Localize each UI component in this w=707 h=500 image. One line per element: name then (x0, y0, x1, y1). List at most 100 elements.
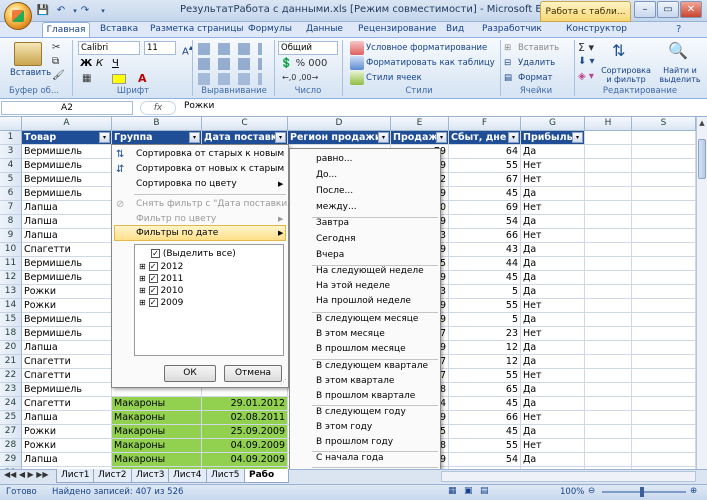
cell-delivery-date[interactable]: 04.09.2009 (202, 439, 288, 453)
horizontal-scrollbar[interactable] (441, 471, 696, 482)
cell-delivery-date[interactable]: 04.09.2009 (202, 453, 288, 467)
row-header[interactable]: 12 (0, 271, 22, 285)
empty-cell[interactable] (585, 411, 632, 425)
cell-days[interactable]: 54 (449, 215, 521, 229)
sheet-tab[interactable]: Лист1 (56, 469, 95, 483)
empty-cell[interactable] (585, 257, 632, 271)
cell-days[interactable]: 55 (449, 159, 521, 173)
cell-product[interactable]: Спагетти (22, 397, 112, 411)
cell-delivery-date[interactable]: 25.09.2009 (202, 425, 288, 439)
filter-dropdown-icon[interactable]: ▾ (378, 132, 389, 143)
cell-profit[interactable]: Да (521, 257, 585, 271)
row-header[interactable]: 15 (0, 313, 22, 327)
format-cells-button[interactable]: Формат (518, 73, 553, 83)
row-header[interactable]: 22 (0, 369, 22, 383)
insert-cells-button[interactable]: Вставить (518, 43, 559, 53)
font-size-combo[interactable]: 11 (144, 41, 176, 55)
empty-cell[interactable] (632, 411, 696, 425)
empty-cell[interactable] (632, 285, 696, 299)
cell-days[interactable]: 5 (449, 285, 521, 299)
cell-days[interactable]: 65 (449, 383, 521, 397)
cell-days[interactable]: 5 (449, 313, 521, 327)
scroll-up-icon[interactable]: ▲ (698, 119, 706, 129)
date-filter-option[interactable]: В этом году (316, 420, 372, 435)
cell-profit[interactable]: Нет (521, 159, 585, 173)
cell-product[interactable]: Вермишель (22, 271, 112, 285)
cell-group[interactable]: Макароны (112, 411, 202, 425)
copy-icon[interactable]: ⧉ (52, 56, 59, 67)
name-box[interactable]: A2 (1, 101, 133, 115)
empty-cell[interactable] (632, 243, 696, 257)
empty-cell[interactable] (632, 257, 696, 271)
cell-product[interactable]: Вермишель (22, 145, 112, 159)
empty-cell[interactable] (632, 215, 696, 229)
cell-profit[interactable]: Да (521, 341, 585, 355)
empty-cell[interactable] (585, 397, 632, 411)
cell-profit[interactable]: Да (521, 285, 585, 299)
cell-days[interactable]: 55 (449, 299, 521, 313)
empty-cell[interactable] (585, 285, 632, 299)
cell-days[interactable]: 66 (449, 411, 521, 425)
decimal-icons[interactable]: ←,0 ,00→ (282, 73, 318, 82)
filter-dropdown-icon[interactable]: ▾ (508, 132, 519, 143)
insert-function-button[interactable]: fx (140, 101, 176, 115)
empty-cell[interactable] (585, 299, 632, 313)
cell-product[interactable]: Спагетти (22, 355, 112, 369)
date-filter-option[interactable]: В прошлом месяце (316, 342, 406, 357)
date-filter-option[interactable]: На следующей неделе (316, 264, 424, 279)
italic-icon[interactable]: К (96, 58, 103, 69)
header-cell[interactable]: Регион продажи ▾ (288, 131, 391, 145)
tab-view[interactable]: Вид (446, 22, 464, 38)
empty-cell[interactable] (632, 439, 696, 453)
view-normal-icon[interactable]: ▦ (448, 486, 457, 496)
cell-profit[interactable]: Да (521, 187, 585, 201)
cell-delivery-date[interactable]: 29.01.2012 (202, 397, 288, 411)
binoculars-icon[interactable]: 🔍 (668, 41, 688, 63)
tab-design[interactable]: Конструктор (566, 22, 627, 38)
remove-filter[interactable]: Снять фильтр с "Дата поставки" (136, 197, 291, 212)
cell-profit[interactable]: Нет (521, 327, 585, 341)
row-header[interactable]: 6 (0, 187, 22, 201)
empty-cell[interactable] (632, 131, 696, 145)
expand-icon[interactable]: ⊞ (139, 274, 146, 283)
cell-days[interactable]: 69 (449, 201, 521, 215)
checkbox-year[interactable]: ✓ (148, 274, 158, 283)
date-filter-option[interactable]: До... (316, 168, 337, 183)
paste-icon[interactable] (14, 42, 42, 66)
checkbox-year[interactable]: ✓ (148, 262, 158, 271)
date-filter-option[interactable]: На прошлой неделе (316, 294, 411, 309)
row-header[interactable]: 1 (0, 131, 22, 145)
empty-cell[interactable] (585, 327, 632, 341)
tab-data[interactable]: Данные (306, 22, 343, 38)
tab-developer[interactable]: Разработчик (482, 22, 542, 38)
format-painter-icon[interactable]: 🖌 (52, 70, 65, 81)
view-page-break-icon[interactable]: ▤ (480, 486, 489, 496)
date-filter-option[interactable]: В этом квартале (316, 374, 394, 389)
zoom-slider[interactable] (602, 491, 686, 493)
value-list[interactable]: ✓ (Выделить все) ⊞ ✓ 2012 ⊞ ✓ 2011 ⊞ ✓ 2… (134, 244, 284, 356)
cell-profit[interactable]: Нет (521, 173, 585, 187)
cell-product[interactable]: Лапша (22, 201, 112, 215)
cell-group[interactable]: Макароны (112, 439, 202, 453)
cell-product[interactable]: Лапша (22, 215, 112, 229)
empty-cell[interactable] (585, 453, 632, 467)
cell-product[interactable]: Вермишель (22, 383, 112, 397)
row-header[interactable]: 7 (0, 201, 22, 215)
empty-cell[interactable] (632, 313, 696, 327)
cell-days[interactable]: 45 (449, 187, 521, 201)
date-filter-option[interactable]: С начала года (316, 451, 383, 466)
row-header[interactable]: 23 (0, 383, 22, 397)
font-color-icon[interactable]: A (138, 72, 147, 85)
empty-cell[interactable] (585, 159, 632, 173)
cell-days[interactable]: 54 (449, 453, 521, 467)
sheet-tab[interactable]: Лист3 (131, 469, 170, 483)
cell-product[interactable]: Лапша (22, 453, 112, 467)
empty-cell[interactable] (585, 439, 632, 453)
empty-cell[interactable] (585, 425, 632, 439)
empty-cell[interactable] (585, 369, 632, 383)
date-filter-option[interactable]: В прошлом году (316, 435, 393, 450)
borders-icon[interactable]: ▦ (82, 73, 91, 84)
find-select-button[interactable]: Найти и выделить (656, 66, 704, 84)
sort-filter-button[interactable]: Сортировка и фильтр (598, 66, 654, 84)
cell-product[interactable]: Вермишель (22, 159, 112, 173)
